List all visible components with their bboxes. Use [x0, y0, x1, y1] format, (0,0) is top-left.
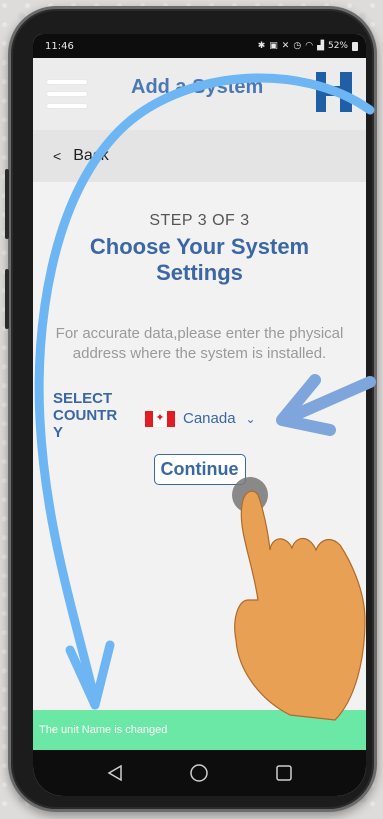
country-label: SELECT COUNTRY: [53, 390, 118, 441]
battery-percent: 52%: [327, 41, 348, 51]
battery-icon: [352, 41, 358, 51]
alarm-icon: ◷: [293, 41, 302, 51]
menu-icon[interactable]: [47, 80, 87, 108]
wifi-icon: ◠: [305, 41, 314, 51]
nav-recents-icon[interactable]: [274, 763, 294, 783]
country-row: SELECT COUNTRY ✦ Canada ⌄: [33, 390, 366, 460]
step-indicator: STEP 3 OF 3: [149, 212, 250, 229]
status-bar: 11:46 ✱ ▣ ✕ ◷ ◠ ▟ 52%: [33, 34, 366, 58]
side-button: [5, 269, 9, 329]
page-title: Add a System: [131, 76, 264, 98]
back-label: Back: [73, 147, 109, 164]
country-value: Canada: [183, 410, 236, 427]
mute-icon: ✕: [281, 41, 290, 51]
signal-icon: ▟: [317, 41, 324, 51]
canada-flag-icon: ✦: [145, 410, 175, 427]
back-button[interactable]: < Back: [33, 130, 366, 182]
country-select[interactable]: ✦ Canada ⌄: [145, 410, 256, 427]
section-heading: Choose Your System Settings: [89, 234, 310, 285]
main-content: STEP 3 OF 3 Choose Your System Settings …: [33, 182, 366, 485]
status-icons: ✱ ▣ ✕ ◷ ◠ ▟ 52%: [258, 41, 358, 51]
nav-back-icon[interactable]: [105, 763, 125, 783]
bluetooth-icon: ✱: [257, 41, 266, 51]
app-bar: Add a System: [33, 58, 366, 130]
nav-bar: [33, 750, 366, 796]
nav-home-icon[interactable]: [188, 762, 210, 784]
description-text: For accurate data,please enter the physi…: [55, 325, 344, 362]
toast-message: The unit Name is changed: [33, 710, 366, 750]
status-time: 11:46: [45, 40, 74, 52]
chevron-left-icon: <: [53, 148, 62, 164]
chevron-down-icon: ⌄: [245, 411, 256, 426]
screen: 11:46 ✱ ▣ ✕ ◷ ◠ ▟ 52% Add a System < Bac…: [33, 34, 366, 796]
brand-logo: [310, 68, 358, 116]
nfc-icon: ▣: [269, 41, 278, 51]
side-button: [5, 169, 9, 239]
